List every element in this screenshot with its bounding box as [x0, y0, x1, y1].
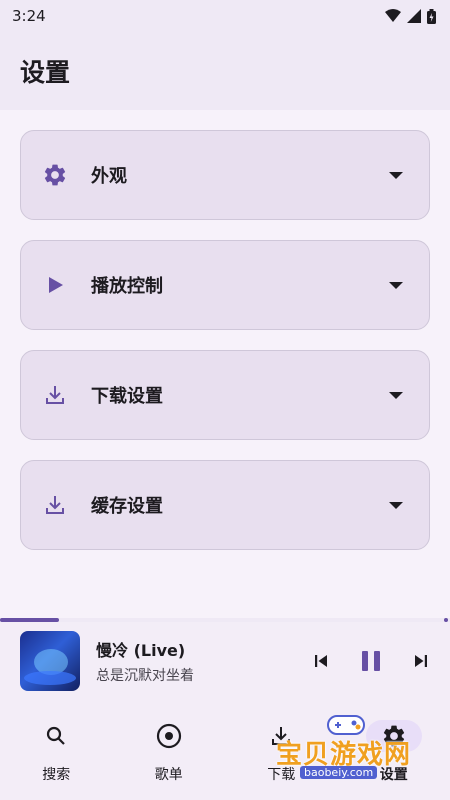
download-icon — [253, 720, 309, 752]
settings-item-playback[interactable]: 播放控制 — [20, 240, 430, 330]
app-bar: 设置 — [0, 32, 450, 110]
chevron-down-icon — [389, 281, 403, 289]
settings-item-label: 播放控制 — [91, 276, 163, 297]
play-icon — [41, 271, 69, 299]
disc-icon — [141, 720, 197, 752]
nav-label: 设置 — [379, 767, 408, 783]
nav-item-search[interactable]: 搜索 — [0, 720, 113, 784]
chevron-down-icon — [389, 501, 403, 509]
page-title: 设置 — [20, 58, 71, 87]
chevron-down-icon — [389, 391, 403, 399]
status-icons — [385, 8, 436, 24]
skip-next-icon — [415, 655, 427, 667]
settings-list: 外观 播放控制 下载设置 缓存设置 — [20, 130, 430, 570]
bottom-nav: 搜索 歌单 下载 设置 — [0, 700, 450, 800]
track-info[interactable]: 慢冷 (Live) 总是沉默对坐着 — [96, 637, 312, 685]
next-button[interactable] — [412, 652, 430, 670]
gear-icon — [365, 720, 422, 752]
pause-icon — [362, 651, 380, 671]
skip-previous-icon — [315, 655, 327, 667]
nav-item-download[interactable]: 下载 — [225, 720, 338, 784]
nav-label: 搜索 — [42, 767, 71, 783]
settings-item-appearance[interactable]: 外观 — [20, 130, 430, 220]
album-art[interactable] — [20, 631, 80, 691]
signal-icon — [407, 9, 421, 23]
settings-item-label: 下载设置 — [91, 386, 163, 407]
status-bar: 3:24 — [0, 0, 450, 32]
download-icon — [41, 491, 69, 519]
search-icon — [28, 720, 84, 752]
wifi-icon — [385, 9, 401, 22]
settings-item-label: 缓存设置 — [91, 496, 163, 517]
player-controls — [312, 649, 430, 673]
pause-button[interactable] — [360, 649, 382, 673]
gear-icon — [41, 161, 69, 189]
nav-label: 下载 — [267, 767, 296, 783]
settings-item-label: 外观 — [91, 166, 127, 187]
settings-item-cache[interactable]: 缓存设置 — [20, 460, 430, 550]
chevron-down-icon — [389, 171, 403, 179]
status-time: 3:24 — [12, 7, 46, 25]
nav-item-playlist[interactable]: 歌单 — [113, 720, 226, 784]
previous-button[interactable] — [312, 652, 330, 670]
settings-item-download[interactable]: 下载设置 — [20, 350, 430, 440]
download-icon — [41, 381, 69, 409]
nav-label: 歌单 — [154, 767, 183, 783]
track-title: 慢冷 (Live) — [96, 641, 186, 660]
track-artist: 总是沉默对坐着 — [96, 668, 194, 684]
battery-icon — [427, 8, 436, 24]
nav-item-settings[interactable]: 设置 — [338, 720, 450, 784]
mini-player[interactable]: 慢冷 (Live) 总是沉默对坐着 — [0, 622, 450, 700]
